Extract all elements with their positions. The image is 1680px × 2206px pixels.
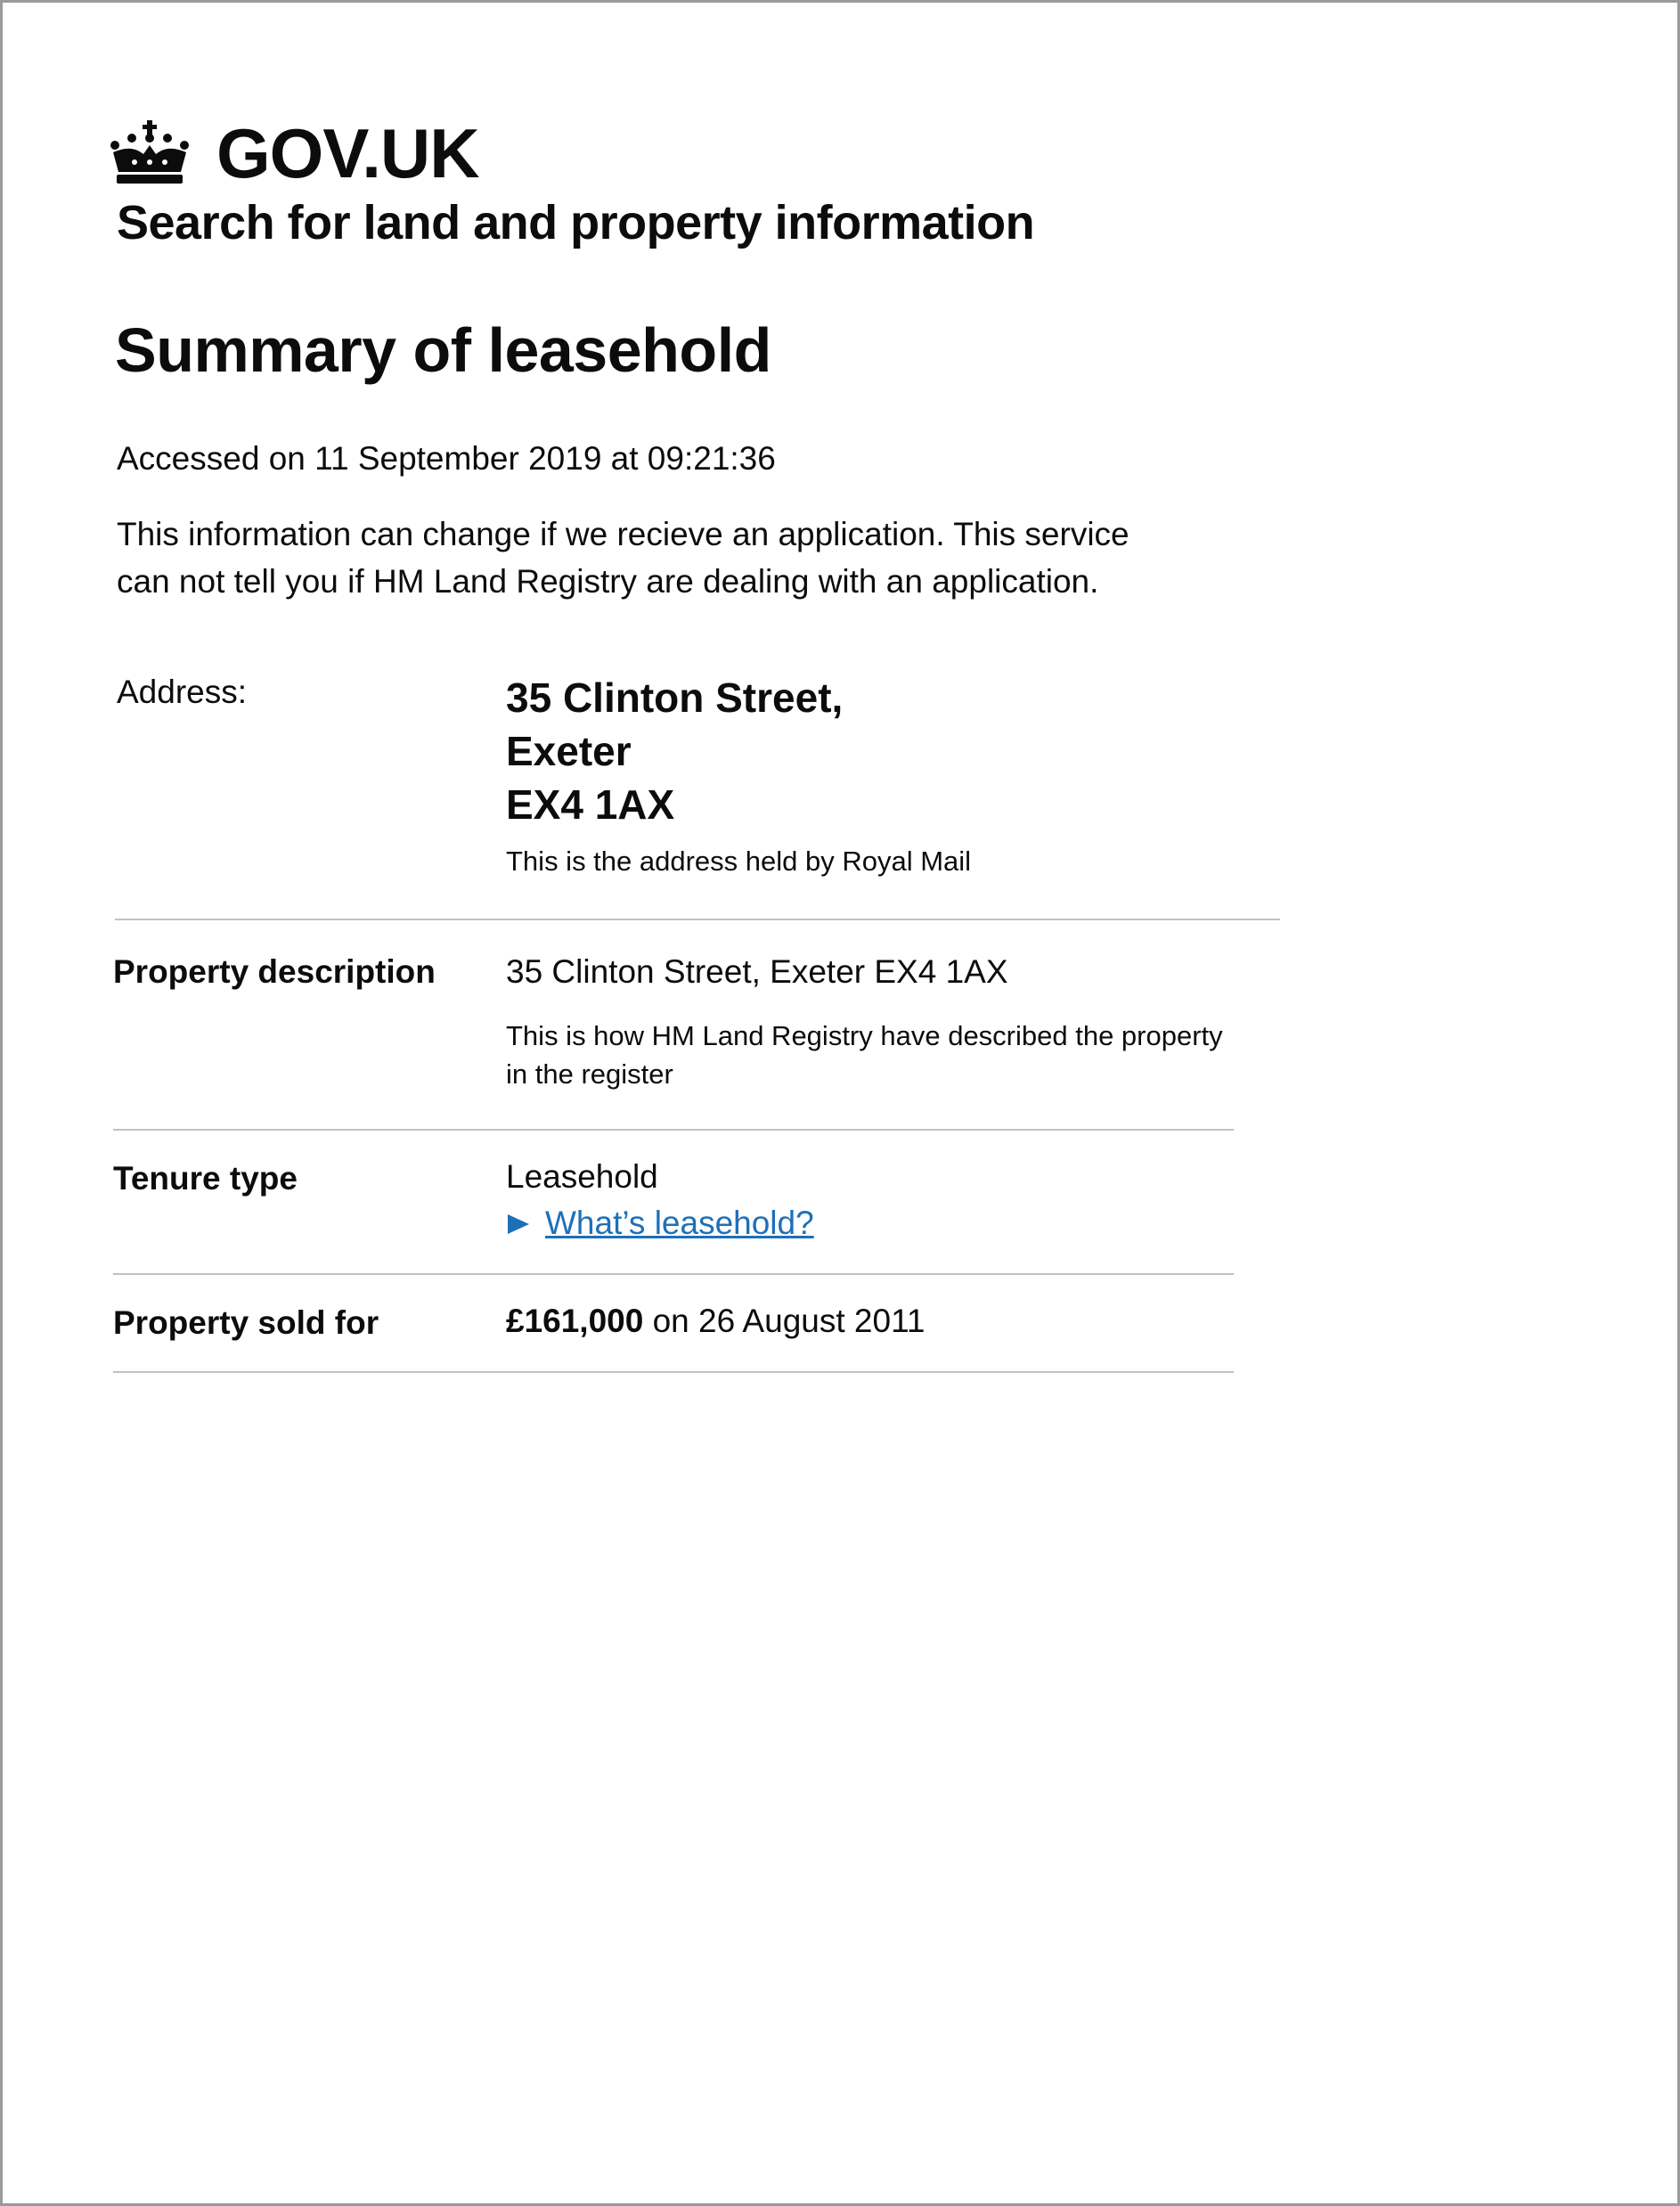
- address-line-1: 35 Clinton Street,: [506, 674, 844, 721]
- accessed-timestamp: Accessed on 11 September 2019 at 09:21:3…: [117, 440, 776, 477]
- divider-tenure: [113, 1273, 1234, 1275]
- address-value: 35 Clinton Street, Exeter EX4 1AX This i…: [506, 671, 1219, 880]
- page-title: Summary of leasehold: [115, 315, 771, 385]
- tenure-type-text: Leasehold: [506, 1158, 658, 1195]
- property-description-text: 35 Clinton Street, Exeter EX4 1AX: [506, 953, 1008, 990]
- document-page: GOV.UK Search for land and property info…: [0, 0, 1680, 2206]
- crown-icon: [110, 120, 189, 184]
- address-line-3: EX4 1AX: [506, 781, 675, 828]
- address-hint: This is the address held by Royal Mail: [506, 846, 972, 877]
- sold-for-label: Property sold for: [113, 1304, 379, 1341]
- property-description-value: 35 Clinton Street, Exeter EX4 1AX This i…: [506, 952, 1236, 1093]
- sold-for-value: £161,000 on 26 August 2011: [506, 1302, 925, 1341]
- triangle-right-icon: [508, 1213, 529, 1234]
- whats-leasehold-link[interactable]: What’s leasehold?: [545, 1204, 814, 1243]
- application-notice: This information can change if we reciev…: [117, 516, 1130, 600]
- sold-date: on 26 August 2011: [643, 1303, 926, 1339]
- govuk-logotype: GOV.UK: [216, 114, 480, 192]
- tenure-type-value: Leasehold What’s leasehold?: [506, 1157, 1236, 1244]
- property-description-label: Property description: [113, 953, 436, 990]
- divider-address: [115, 919, 1280, 920]
- leasehold-details-toggle[interactable]: What’s leasehold?: [506, 1204, 1236, 1243]
- sold-price: £161,000: [506, 1303, 644, 1339]
- govuk-header: GOV.UK: [108, 114, 480, 192]
- property-description-hint: This is how HM Land Registry have descri…: [506, 1020, 1223, 1091]
- address-line-2: Exeter: [506, 728, 632, 774]
- service-name: Search for land and property information: [117, 196, 1035, 249]
- address-label: Address:: [117, 674, 248, 710]
- divider-description: [113, 1129, 1234, 1131]
- divider-sold: [113, 1371, 1234, 1373]
- tenure-type-label: Tenure type: [113, 1160, 298, 1197]
